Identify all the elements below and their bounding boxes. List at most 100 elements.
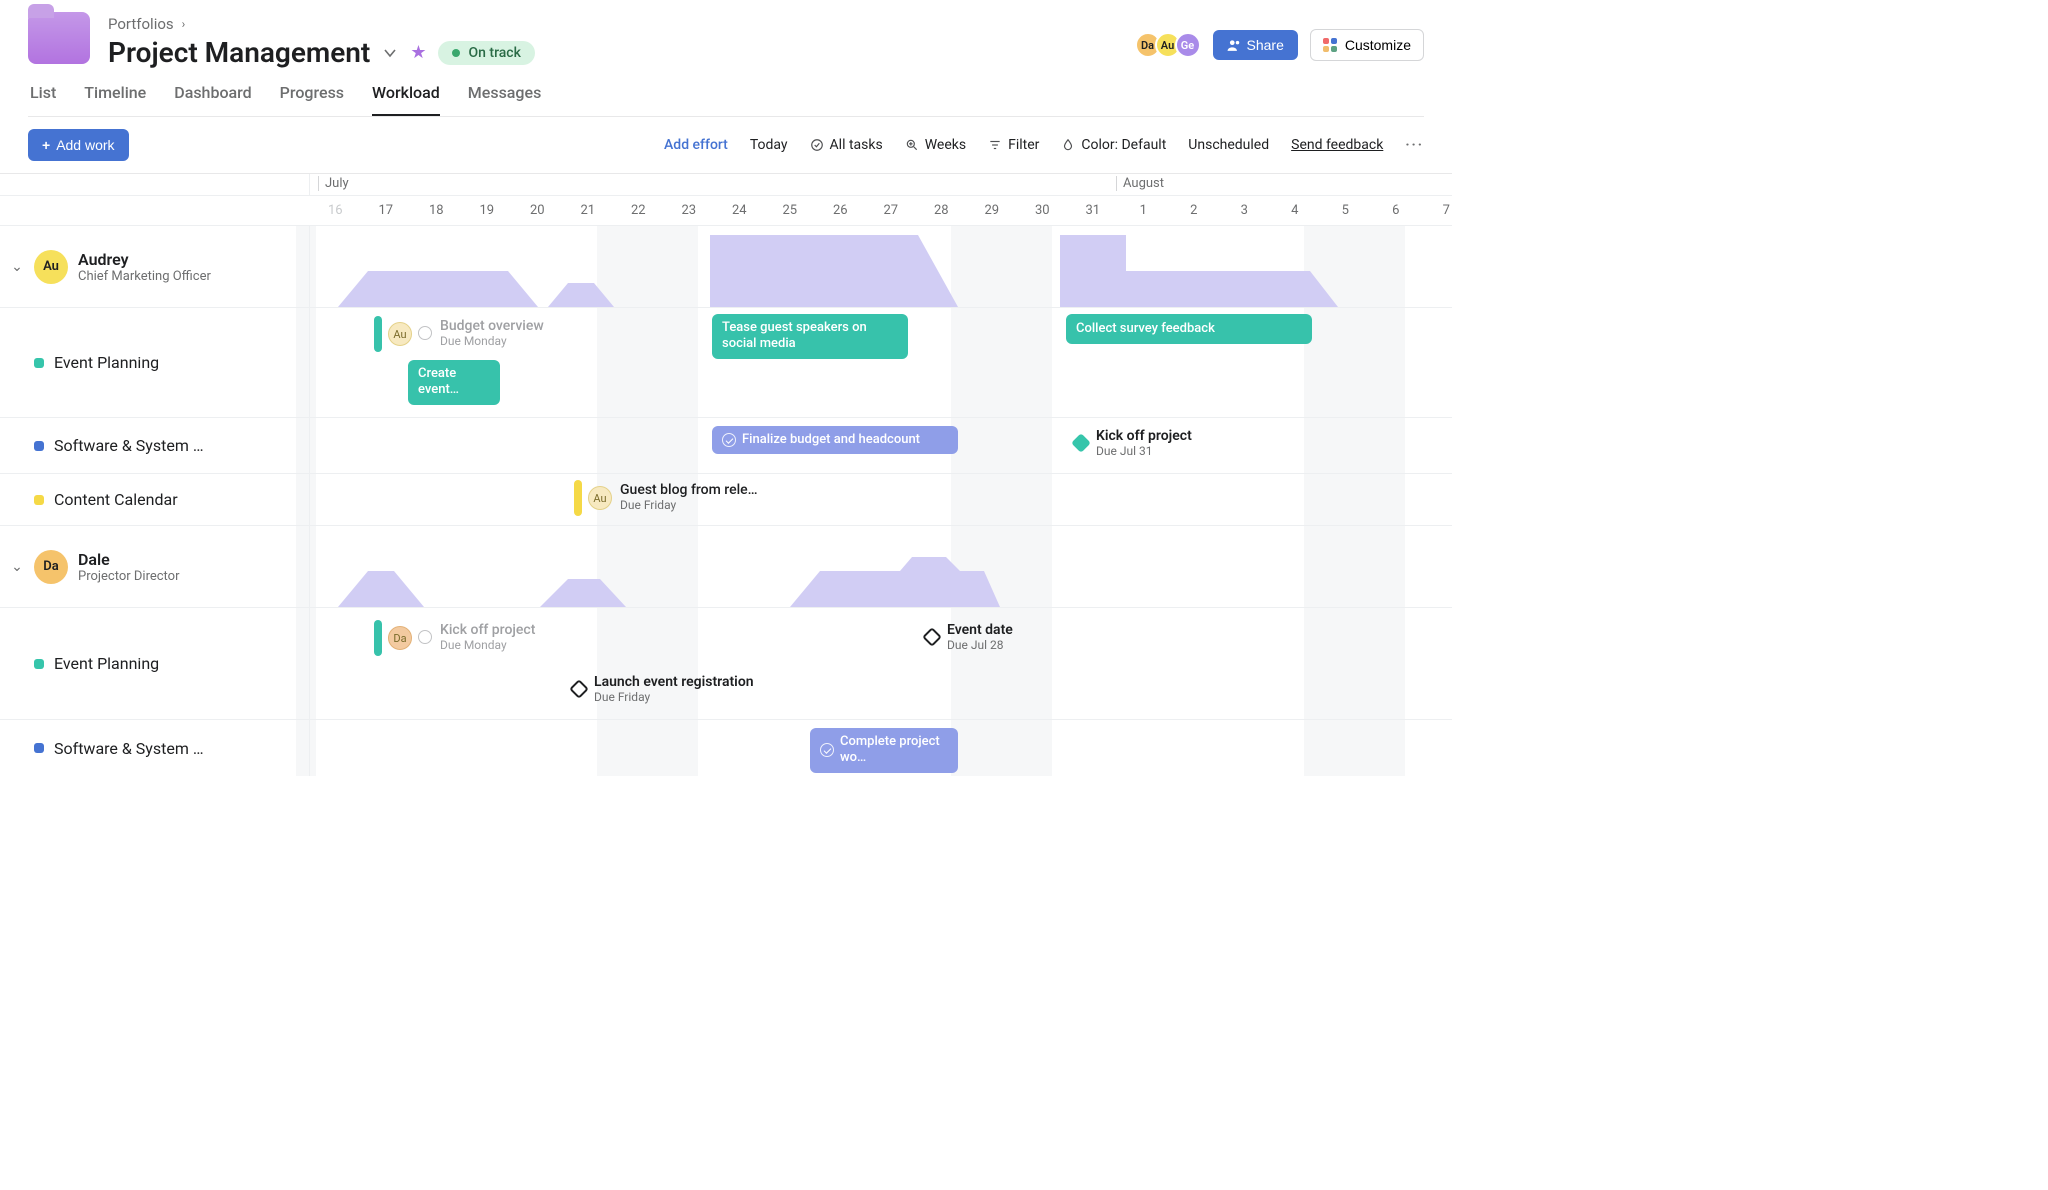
workload-chart-audrey: [310, 225, 1452, 307]
send-feedback-link[interactable]: Send feedback: [1291, 137, 1383, 153]
diamond-icon: [569, 679, 589, 699]
tab-messages[interactable]: Messages: [468, 83, 542, 116]
zoom-icon: [905, 138, 919, 152]
project-row-event-planning-audrey: Event Planning Au Budget overview Due Mo…: [0, 308, 1452, 418]
filter-button[interactable]: Filter: [988, 137, 1039, 153]
weeks-zoom[interactable]: Weeks: [905, 137, 966, 153]
portfolio-folder-icon: [28, 12, 90, 64]
diamond-icon: [1071, 433, 1091, 453]
month-row: July August: [0, 174, 1452, 196]
avatar-au-mini: Au: [588, 486, 612, 510]
day-cell: 22: [613, 196, 664, 225]
project-dot-icon: [34, 743, 44, 753]
today-button[interactable]: Today: [750, 137, 788, 153]
color-button[interactable]: Color: Default: [1061, 137, 1166, 153]
project-label[interactable]: Software & System …: [54, 436, 204, 455]
task-sub: Due Monday: [440, 638, 535, 652]
task-card-complete-project[interactable]: Complete project wo…: [810, 728, 958, 773]
day-cell: 23: [664, 196, 715, 225]
collapse-caret[interactable]: ⌄: [10, 259, 24, 275]
avatar-ge[interactable]: Ge: [1175, 32, 1201, 58]
project-label[interactable]: Software & System …: [54, 739, 204, 758]
project-label[interactable]: Event Planning: [54, 654, 159, 673]
task-sub: Due Friday: [620, 498, 758, 512]
favorite-star-icon[interactable]: ★: [410, 42, 426, 63]
task-pill[interactable]: [574, 480, 582, 516]
day-cell: 16: [310, 196, 361, 225]
avatar-au-mini: Au: [388, 322, 412, 346]
person-role: Projector Director: [78, 569, 180, 584]
unscheduled-button[interactable]: Unscheduled: [1188, 137, 1269, 153]
avatar-dale: Da: [34, 550, 68, 584]
milestone-event-date[interactable]: Event date Due Jul 28: [925, 622, 1013, 652]
tabs: List Timeline Dashboard Progress Workloa…: [28, 83, 1424, 117]
person-name: Dale: [78, 550, 180, 569]
day-cell: 28: [916, 196, 967, 225]
breadcrumb[interactable]: Portfolios ›: [108, 15, 185, 33]
watercolor-icon: [1061, 138, 1075, 152]
day-cell: 30: [1017, 196, 1068, 225]
project-dot-icon: [34, 441, 44, 451]
header-right: Da Au Ge Share Customize: [1141, 29, 1425, 69]
day-cell: 6: [1371, 196, 1422, 225]
status-badge[interactable]: On track: [438, 41, 534, 65]
project-label[interactable]: Event Planning: [54, 353, 159, 372]
person-name: Audrey: [78, 250, 211, 269]
add-effort-link[interactable]: Add effort: [664, 137, 728, 153]
avatar-da-mini: Da: [388, 626, 412, 650]
tab-list[interactable]: List: [30, 83, 56, 116]
day-cell: 25: [765, 196, 816, 225]
task-card-create-event[interactable]: Create event…: [408, 360, 500, 405]
milestone-kickoff[interactable]: Kick off project Due Jul 31: [1074, 428, 1192, 458]
day-cell: 18: [411, 196, 462, 225]
task-card-collect-survey[interactable]: Collect survey feedback: [1066, 314, 1312, 344]
task-title[interactable]: Guest blog from rele…: [620, 482, 758, 498]
day-cell: 5: [1320, 196, 1371, 225]
customize-button[interactable]: Customize: [1310, 29, 1424, 61]
day-cell: 27: [866, 196, 917, 225]
day-cell: 19: [462, 196, 513, 225]
day-row: 161718192021222324252627282930311234567: [0, 196, 1452, 226]
task-card-finalize-budget[interactable]: Finalize budget and headcount: [712, 426, 958, 454]
task-card-tease-speakers[interactable]: Tease guest speakers on social media: [712, 314, 908, 359]
task-title[interactable]: Budget overview: [440, 318, 544, 334]
customize-label: Customize: [1345, 37, 1411, 53]
project-label[interactable]: Content Calendar: [54, 490, 178, 509]
diamond-icon: [922, 627, 942, 647]
tab-dashboard[interactable]: Dashboard: [174, 83, 251, 116]
month-august: August: [1116, 176, 1164, 191]
milestone-launch-registration[interactable]: Launch event registration Due Friday: [572, 674, 754, 704]
more-icon[interactable]: ···: [1405, 137, 1424, 153]
chevron-right-icon: ›: [182, 17, 186, 31]
project-dot-icon: [34, 495, 44, 505]
check-icon: [820, 743, 834, 757]
tab-workload[interactable]: Workload: [372, 83, 440, 116]
grid-icon: [1323, 38, 1337, 52]
toolbar: + Add work Add effort Today All tasks We…: [0, 117, 1452, 174]
task-pill[interactable]: [374, 620, 382, 656]
header: Portfolios › Project Management ★ On tra…: [0, 0, 1452, 117]
project-row-event-planning-dale: Event Planning Da Kick off project Due M…: [0, 608, 1452, 720]
day-cell: 29: [967, 196, 1018, 225]
breadcrumb-root[interactable]: Portfolios: [108, 15, 174, 33]
tab-progress[interactable]: Progress: [280, 83, 344, 116]
task-pill[interactable]: [374, 316, 382, 352]
day-cell: 24: [714, 196, 765, 225]
add-work-button[interactable]: + Add work: [28, 129, 129, 161]
chevron-down-icon[interactable]: [382, 45, 398, 61]
avatar-stack[interactable]: Da Au Ge: [1141, 32, 1201, 58]
people-icon: [1227, 38, 1241, 52]
share-label: Share: [1247, 37, 1284, 53]
person-row-audrey: ⌄ Au Audrey Chief Marketing Officer: [0, 226, 1452, 308]
day-cell: 2: [1169, 196, 1220, 225]
day-cell: 1: [1118, 196, 1169, 225]
day-cell: 21: [563, 196, 614, 225]
task-sub: Due Monday: [440, 334, 544, 348]
day-cell: 4: [1270, 196, 1321, 225]
collapse-caret[interactable]: ⌄: [10, 559, 24, 575]
task-title[interactable]: Kick off project: [440, 622, 535, 638]
share-button[interactable]: Share: [1213, 30, 1298, 60]
project-row-software-audrey: Software & System … Finalize budget and …: [0, 418, 1452, 474]
all-tasks-filter[interactable]: All tasks: [810, 137, 883, 153]
tab-timeline[interactable]: Timeline: [84, 83, 146, 116]
